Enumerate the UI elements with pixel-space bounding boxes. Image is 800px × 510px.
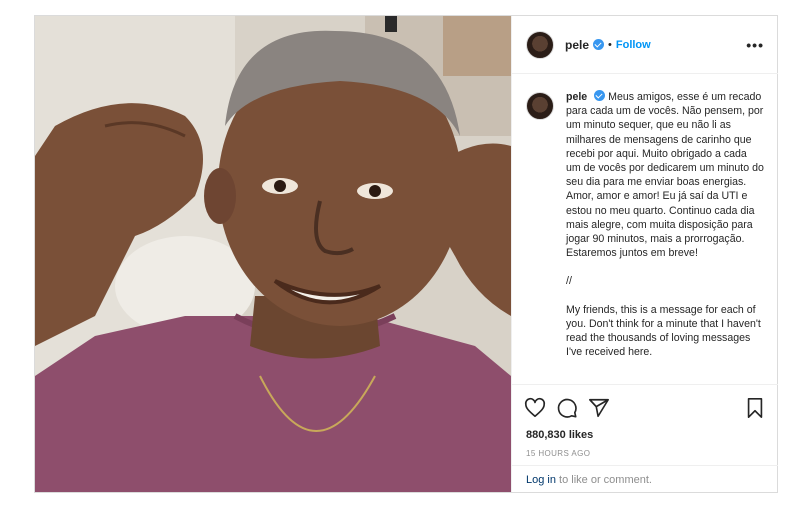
follow-button[interactable]: Follow <box>616 39 651 51</box>
caption-verified-badge-icon <box>594 90 606 101</box>
post-panel: pele • Follow ••• pele Meus amigos, esse… <box>511 16 778 492</box>
instagram-post: pele • Follow ••• pele Meus amigos, esse… <box>34 15 778 493</box>
post-actions: 880,830 likes 15 HOURS AGO Log in to lik… <box>512 384 778 493</box>
caption-portuguese: Meus amigos, esse é um recado para cada … <box>566 91 764 260</box>
bookmark-icon[interactable] <box>744 397 766 419</box>
photo-illustration <box>35 16 511 492</box>
action-icons <box>524 397 610 419</box>
comment-prompt: to like or comment. <box>555 474 652 486</box>
verified-badge-icon <box>593 39 605 50</box>
caption-text: pele Meus amigos, esse é um recado para … <box>566 90 764 373</box>
comment-bar: Log in to like or comment. <box>512 465 778 493</box>
caption: pele Meus amigos, esse é um recado para … <box>526 90 764 373</box>
caption-portuguese-paragraph: pele Meus amigos, esse é um recado para … <box>566 90 764 260</box>
header-username[interactable]: pele <box>565 38 589 52</box>
more-icon[interactable]: ••• <box>746 37 764 53</box>
login-link[interactable]: Log in <box>526 474 556 486</box>
share-icon[interactable] <box>588 397 610 419</box>
avatar[interactable] <box>526 30 554 59</box>
caption-english: My friends, this is a message for each o… <box>566 303 761 359</box>
caption-divider: // <box>566 275 572 288</box>
caption-username[interactable]: pele <box>566 91 587 103</box>
post-photo[interactable] <box>35 16 511 492</box>
post-header: pele • Follow ••• <box>512 16 778 74</box>
header-separator: • <box>608 38 612 51</box>
caption-area[interactable]: pele Meus amigos, esse é um recado para … <box>512 74 778 384</box>
likes-count[interactable]: 880,830 likes <box>526 429 593 441</box>
heart-icon[interactable] <box>524 397 546 419</box>
comment-icon[interactable] <box>556 397 578 419</box>
caption-avatar[interactable] <box>526 92 554 120</box>
post-timestamp[interactable]: 15 HOURS AGO <box>526 449 590 458</box>
